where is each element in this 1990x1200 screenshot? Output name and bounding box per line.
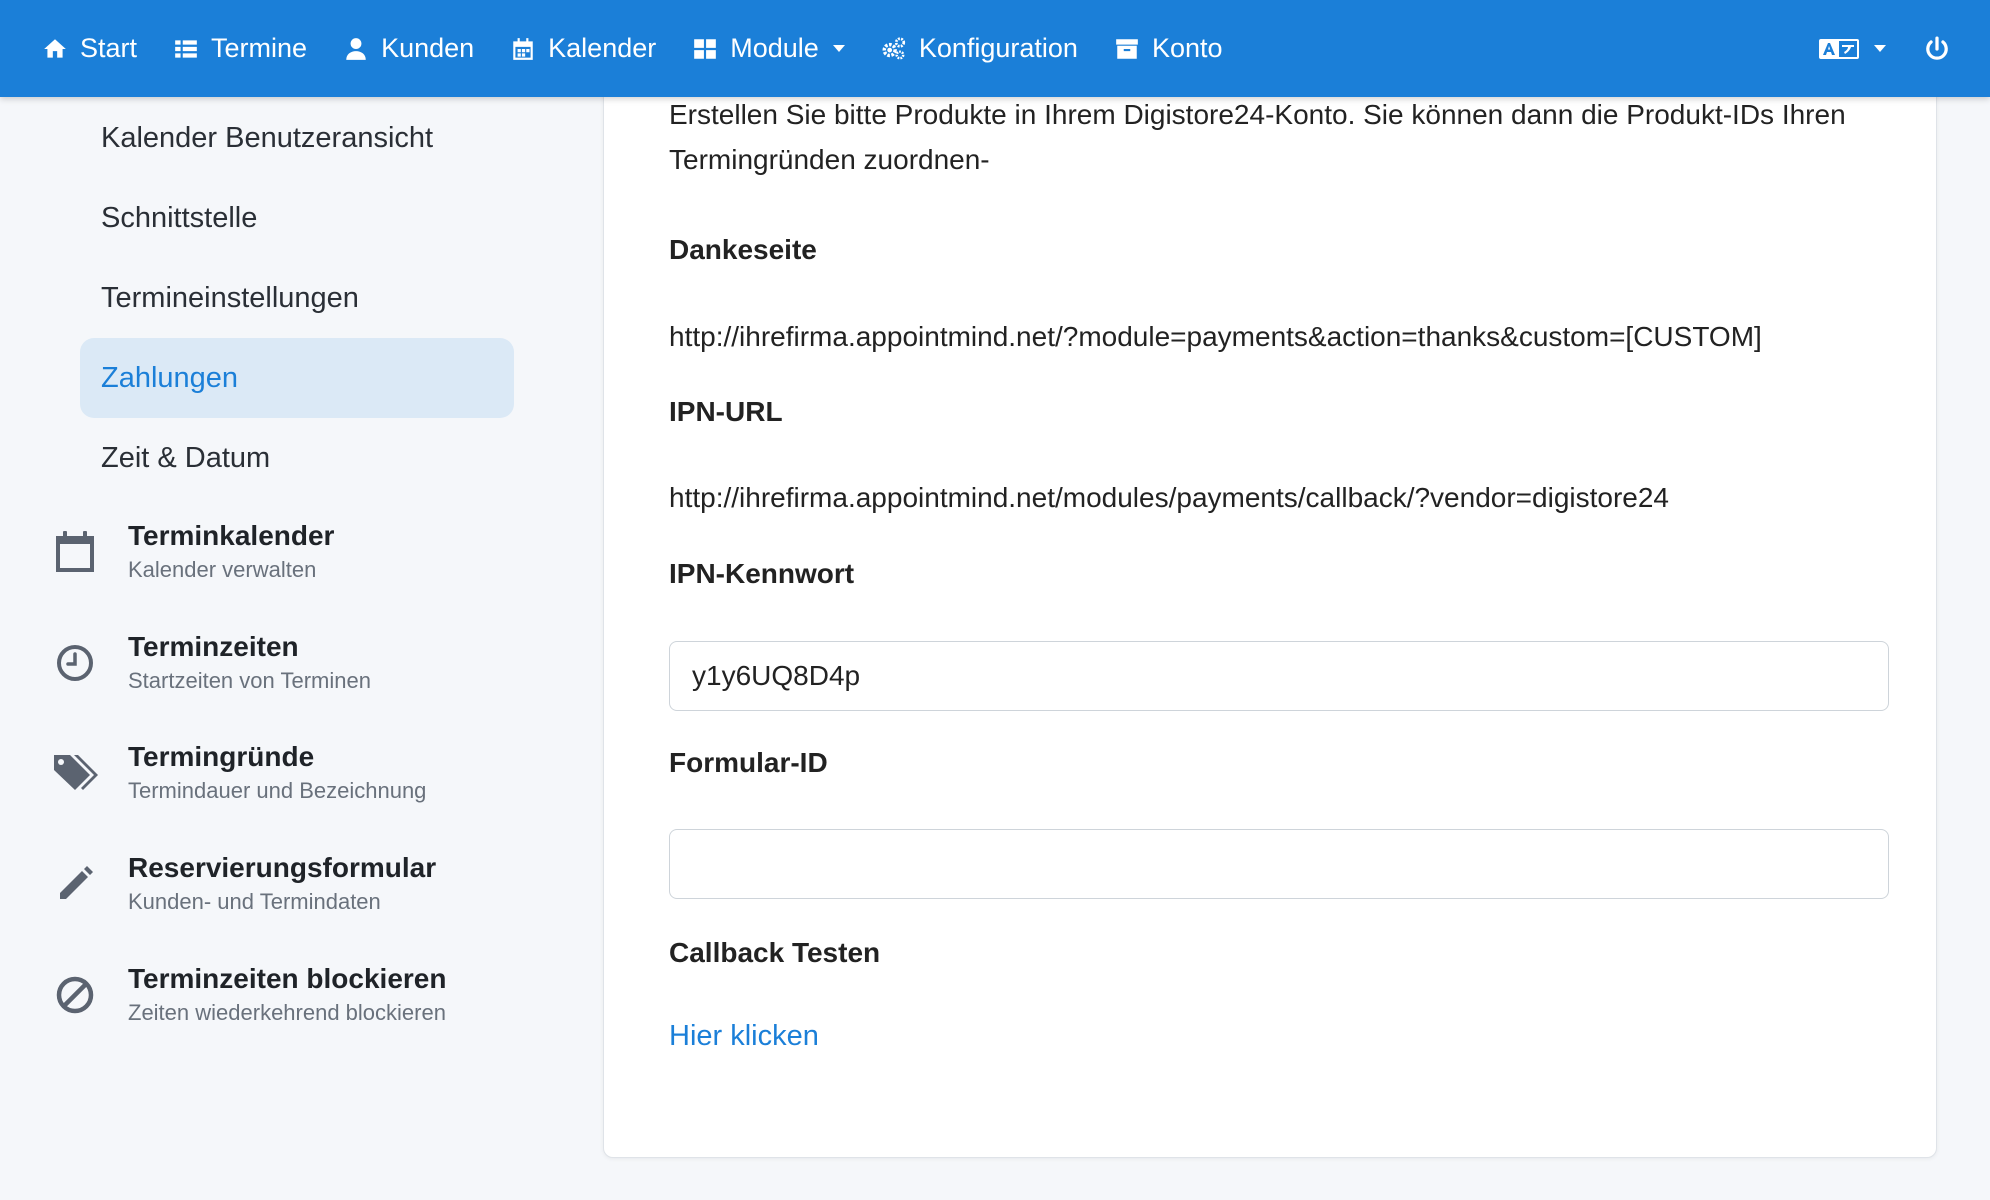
archive-icon	[1116, 38, 1138, 59]
user-icon	[346, 37, 366, 60]
sidebar-item-label: Zeit & Datum	[101, 441, 271, 474]
logout-button[interactable]	[1924, 36, 1950, 62]
form-id-label: Formular-ID	[669, 747, 828, 778]
calendar-icon	[513, 37, 533, 60]
ipn-url-value: http://ihrefirma.appointmind.net/modules…	[669, 482, 1670, 513]
nav-kalender-label: Kalender	[548, 33, 657, 63]
nav-start-label: Start	[80, 33, 138, 63]
clock-icon	[50, 638, 100, 688]
sidebar-item-subtitle: Zeiten wiederkehrend blockieren	[128, 1000, 446, 1025]
sidebar-item-title: Termingründe	[128, 741, 315, 772]
nav-termine-label: Termine	[211, 33, 308, 63]
sidebar-item-termingruende[interactable]: Termingründe Termindauer und Bezeichnung	[50, 740, 530, 806]
home-icon	[44, 38, 66, 58]
power-icon	[1926, 36, 1948, 60]
sidebar-item-title: Terminzeiten blockieren	[128, 963, 447, 994]
ipn-password-input[interactable]	[669, 641, 1889, 711]
translate-icon	[1819, 38, 1859, 59]
sidebar-item-subtitle: Startzeiten von Terminen	[128, 668, 371, 693]
nav-module-label: Module	[730, 33, 819, 63]
calendar-icon	[50, 527, 100, 577]
nav-start[interactable]: Start	[42, 33, 137, 64]
ipn-url-label: IPN-URL	[669, 396, 783, 427]
sidebar-item-subtitle: Kalender verwalten	[128, 557, 317, 582]
nav-termine[interactable]: Termine	[173, 33, 307, 64]
sidebar-item-subtitle: Termindauer und Bezeichnung	[128, 778, 427, 803]
sidebar-item-label: Kalender Benutzeransicht	[101, 121, 434, 154]
callback-test-label: Callback Testen	[669, 937, 881, 968]
sidebar-item-terminzeiten-blockieren[interactable]: Terminzeiten blockieren Zeiten wiederkeh…	[50, 962, 530, 1028]
sidebar-item-label: Zahlungen	[101, 361, 239, 394]
nav-right-tools	[1818, 0, 1950, 97]
ipn-password-label: IPN-Kennwort	[669, 558, 855, 589]
nav-kalender[interactable]: Kalender	[510, 33, 656, 64]
sidebar-item-title: Terminkalender	[128, 520, 335, 551]
grid-icon	[694, 38, 717, 59]
sidebar-item-reservierungsformular[interactable]: Reservierungsformular Kunden- und Termin…	[50, 851, 530, 917]
form-id-input[interactable]	[669, 829, 1889, 899]
callback-test-link[interactable]: Hier klicken	[669, 1020, 819, 1053]
thanks-page-url: http://ihrefirma.appointmind.net/?module…	[669, 321, 1762, 352]
main-nav: Start Termine Kunden Kalender Module Kon…	[42, 33, 1259, 64]
top-navbar: Start Termine Kunden Kalender Module Kon…	[0, 0, 1990, 97]
payments-settings-card: Erstellen Sie bitte Produkte in Ihrem Di…	[603, 80, 1937, 1158]
nav-kunden-label: Kunden	[381, 33, 475, 63]
language-dropdown[interactable]	[1818, 37, 1886, 61]
chevron-down-icon	[832, 45, 845, 52]
chevron-down-icon	[1874, 45, 1886, 52]
sidebar-item-zeit-datum[interactable]: Zeit & Datum	[80, 418, 514, 498]
tags-icon	[50, 748, 100, 798]
nav-kunden[interactable]: Kunden	[343, 33, 474, 64]
sidebar-item-title: Terminzeiten	[128, 631, 299, 662]
nav-konfiguration[interactable]: Konfiguration	[881, 33, 1078, 64]
sidebar-item-zahlungen[interactable]: Zahlungen	[80, 338, 514, 418]
thanks-page-label: Dankeseite	[669, 234, 817, 265]
nav-konfiguration-label: Konfiguration	[918, 33, 1078, 63]
sidebar-item-label: Termineinstellungen	[101, 281, 359, 314]
sidebar-item-termineinstellungen[interactable]: Termineinstellungen	[80, 258, 514, 338]
nav-konto-label: Konto	[1151, 33, 1223, 63]
nav-konto[interactable]: Konto	[1114, 33, 1223, 64]
sidebar-item-kalender-benutzeransicht[interactable]: Kalender Benutzeransicht	[80, 98, 514, 178]
sidebar-item-subtitle: Kunden- und Termindaten	[128, 889, 381, 914]
list-icon	[175, 39, 197, 58]
ban-icon	[50, 970, 100, 1020]
sidebar-item-schnittstelle[interactable]: Schnittstelle	[80, 178, 514, 258]
sidebar-item-label: Schnittstelle	[101, 201, 258, 234]
sidebar-item-terminzeiten[interactable]: Terminzeiten Startzeiten von Terminen	[50, 630, 530, 696]
gears-icon	[882, 36, 905, 59]
sidebar-item-terminkalender[interactable]: Terminkalender Kalender verwalten	[50, 519, 530, 585]
intro-text: Erstellen Sie bitte Produkte in Ihrem Di…	[669, 99, 1846, 175]
nav-module-dropdown[interactable]: Module	[692, 33, 845, 64]
sidebar-item-title: Reservierungsformular	[128, 852, 437, 883]
pencil-icon	[50, 859, 100, 909]
